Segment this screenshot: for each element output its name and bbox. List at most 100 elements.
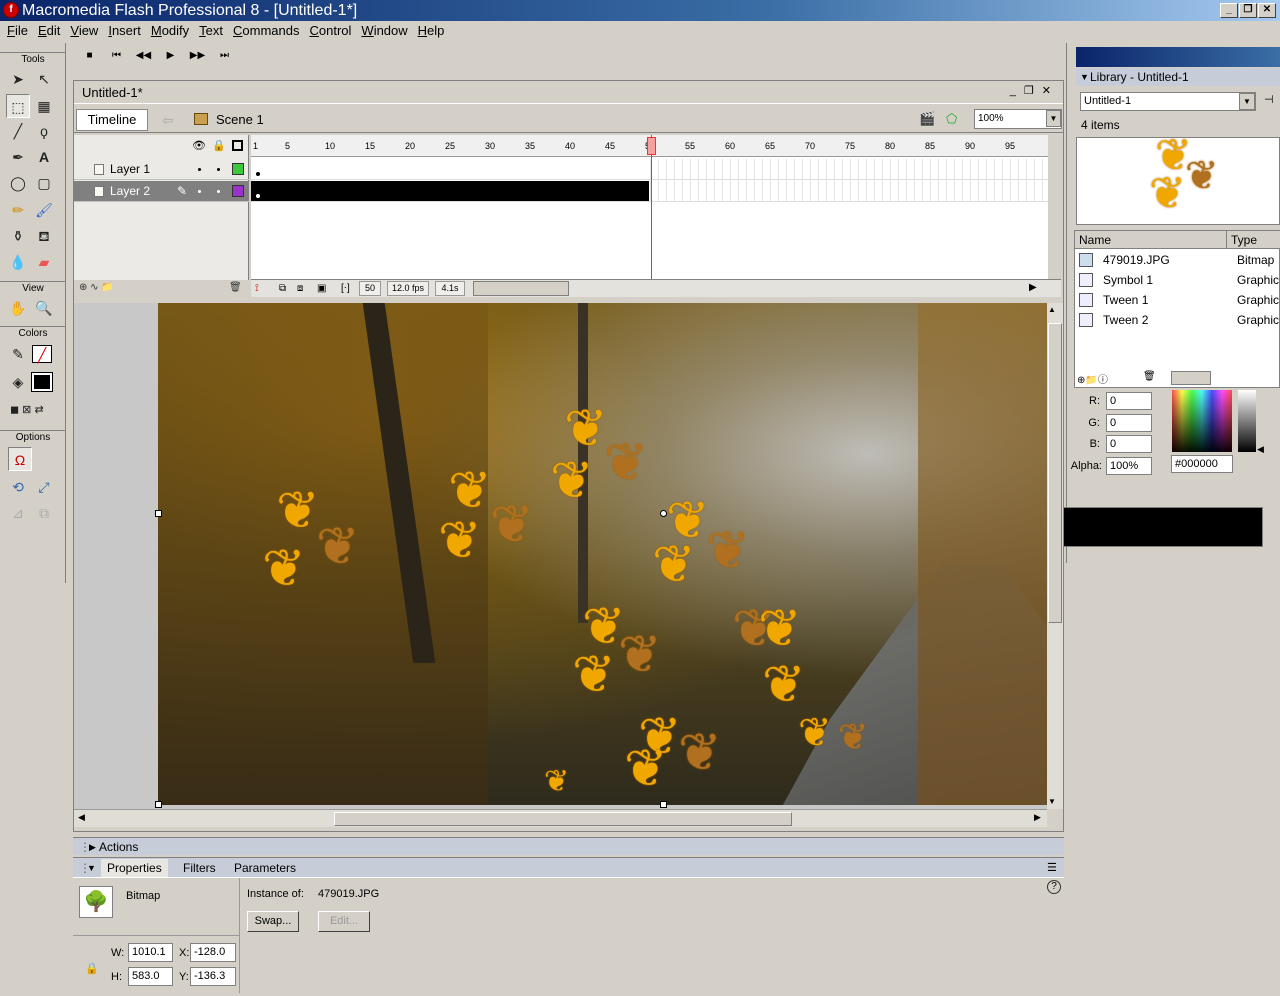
layer-row-1[interactable]: Layer 1 — [74, 159, 249, 180]
menu-commands[interactable]: Commands — [228, 21, 304, 41]
play-button[interactable]: ▶ — [157, 45, 184, 67]
transform-handle[interactable] — [155, 510, 162, 517]
menu-edit[interactable]: Edit — [33, 21, 65, 41]
column-header-name[interactable]: Name — [1075, 231, 1227, 249]
list-item[interactable]: Symbol 1 Graphic — [1075, 270, 1280, 290]
lasso-tool-icon[interactable]: ϙ — [32, 119, 56, 143]
scale-icon[interactable]: ⤢ — [32, 475, 56, 499]
rotate-skew-icon[interactable]: ⟲ — [6, 475, 30, 499]
rewind-button[interactable]: ⏮ — [103, 45, 130, 67]
pin-icon[interactable]: ⊣ — [1264, 93, 1274, 106]
chevron-down-icon[interactable]: ▼ — [1239, 93, 1255, 110]
scroll-right-icon[interactable]: ▶ — [1034, 812, 1041, 823]
brightness-slider[interactable] — [1238, 390, 1256, 452]
frame-row-1[interactable] — [251, 159, 1048, 180]
actions-panel-header[interactable]: ⋮ ▶ Actions — [73, 837, 1064, 855]
color-spectrum-shade[interactable] — [1172, 390, 1232, 452]
center-frame-icon[interactable]: ⟟ — [255, 281, 259, 297]
collapse-arrow-icon[interactable]: ▼ — [1080, 68, 1089, 86]
step-forward-button[interactable]: ▶▶ — [184, 45, 211, 67]
edit-scene-icon[interactable]: 🎬 — [919, 111, 935, 127]
g-field[interactable]: 0 — [1106, 414, 1152, 432]
transform-center-point[interactable] — [660, 510, 667, 517]
fill-color-icon[interactable]: ◈ — [6, 370, 30, 394]
motion-guide-icon[interactable]: ∿ — [90, 282, 98, 293]
insert-folder-icon[interactable]: 📁 — [101, 282, 113, 293]
tab-filters[interactable]: Filters — [183, 858, 216, 878]
menu-modify[interactable]: Modify — [146, 21, 194, 41]
trash-icon[interactable]: 🗑 — [229, 279, 242, 297]
lock-icon[interactable]: 🔒 — [85, 962, 99, 975]
width-field[interactable]: 1010.1 — [128, 943, 173, 962]
transform-handle[interactable] — [660, 801, 667, 808]
edit-symbol-icon[interactable]: ⬠ — [946, 111, 957, 127]
close-button[interactable]: ✕ — [1258, 3, 1276, 18]
options-menu-icon[interactable]: ☰ — [1047, 858, 1057, 878]
pencil-tool-icon[interactable]: ✏ — [6, 198, 30, 222]
scroll-left-icon[interactable]: ◀ — [78, 812, 85, 823]
eyedropper-tool-icon[interactable]: 💧 — [6, 250, 30, 274]
free-transform-tool-icon[interactable]: ⬚ — [6, 94, 30, 118]
timeline-frames[interactable]: 15101520253035404550556065707580859095 — [251, 135, 1048, 280]
onion-skin-icon[interactable]: ⧉ — [279, 281, 286, 297]
height-field[interactable]: 583.0 — [128, 967, 173, 986]
edit-button[interactable]: Edit... — [318, 911, 370, 932]
layer-row-2[interactable]: Layer 2 ✎ — [74, 181, 249, 202]
horizontal-scroll-thumb[interactable] — [334, 812, 792, 826]
menu-text[interactable]: Text — [194, 21, 228, 41]
new-symbol-icon[interactable]: ⊕📁ⓘ — [1077, 371, 1108, 386]
step-back-button[interactable]: ◀◀ — [130, 45, 157, 67]
brightness-arrow-icon[interactable]: ◀ — [1257, 444, 1264, 455]
fill-transform-tool-icon[interactable]: ▦ — [32, 94, 56, 118]
outline-icon[interactable] — [232, 140, 243, 151]
timeline-toggle-button[interactable]: Timeline — [76, 109, 148, 131]
onion-outline-icon[interactable]: ⧈ — [297, 281, 303, 297]
subselection-tool-icon[interactable]: ↖ — [32, 67, 56, 91]
insert-layer-icon[interactable]: ⊕ — [79, 282, 87, 293]
fill-swatch[interactable] — [31, 372, 53, 392]
eye-icon[interactable]: 👁 — [192, 139, 206, 152]
stage-bitmap-479019[interactable]: ❦ ❦ ❦ ❦ ❦ ❦ ❦ ❦ ❦ ❦ ❦ ❦ ❦ ❦ ❦ ❦ ❦ ❦ ❦ ❦ … — [158, 303, 1047, 805]
menu-help[interactable]: Help — [413, 21, 450, 41]
restore-button[interactable]: ❐ — [1239, 3, 1257, 18]
transform-handle[interactable] — [155, 801, 162, 808]
x-field[interactable]: -128.0 — [190, 943, 236, 962]
column-header-type[interactable]: Type — [1227, 231, 1280, 249]
layer-color-swatch[interactable] — [232, 163, 244, 175]
eraser-tool-icon[interactable]: ▰ — [32, 250, 56, 274]
layer-color-swatch[interactable] — [232, 185, 244, 197]
paint-bucket-tool-icon[interactable]: ⛾ — [32, 224, 56, 248]
selection-tool-icon[interactable]: ➤ — [6, 67, 30, 91]
tab-properties[interactable]: Properties — [101, 859, 168, 878]
b-field[interactable]: 0 — [1106, 435, 1152, 453]
scene-label[interactable]: Scene 1 — [216, 109, 264, 131]
ink-bottle-tool-icon[interactable]: ⚱ — [6, 224, 30, 248]
brush-tool-icon[interactable]: 🖌 — [32, 198, 56, 222]
vertical-scroll-thumb[interactable] — [1048, 323, 1062, 623]
timeline-scroll-thumb[interactable] — [473, 281, 569, 296]
line-tool-icon[interactable]: ╱ — [6, 119, 30, 143]
menu-file[interactable]: File — [2, 21, 33, 41]
r-field[interactable]: 0 — [1106, 392, 1152, 410]
collapse-arrow-icon[interactable]: ▼ — [87, 858, 96, 878]
menu-window[interactable]: Window — [356, 21, 412, 41]
horizontal-scrollbar[interactable]: ◀ ▶ — [74, 809, 1047, 827]
swap-colors-icon[interactable]: ◼ ⊠ ⇄ — [6, 398, 62, 422]
chevron-down-icon[interactable]: ▼ — [1046, 110, 1061, 127]
rectangle-tool-icon[interactable]: ▢ — [32, 171, 56, 195]
modify-markers-icon[interactable]: [⋅] — [341, 281, 350, 297]
document-window-controls[interactable]: _❐✕ — [1010, 84, 1059, 97]
list-item[interactable]: 479019.JPG Bitmap — [1075, 250, 1280, 270]
oval-tool-icon[interactable]: ◯ — [6, 171, 30, 195]
minimize-button[interactable]: _ — [1220, 3, 1238, 18]
expand-arrow-icon[interactable]: ▶ — [89, 838, 96, 856]
go-to-end-button[interactable]: ⏭ — [211, 45, 238, 67]
playhead-handle[interactable] — [647, 137, 656, 155]
delete-icon[interactable]: 🗑 — [1143, 371, 1156, 382]
hex-color-field[interactable]: #000000 — [1171, 455, 1233, 473]
alpha-field[interactable]: 100% — [1106, 457, 1152, 475]
stroke-color-icon[interactable]: ✎ — [6, 342, 30, 366]
scroll-up-icon[interactable]: ▲ — [1048, 305, 1056, 314]
tab-parameters[interactable]: Parameters — [234, 858, 296, 878]
library-document-select[interactable]: Untitled-1 — [1080, 92, 1256, 111]
